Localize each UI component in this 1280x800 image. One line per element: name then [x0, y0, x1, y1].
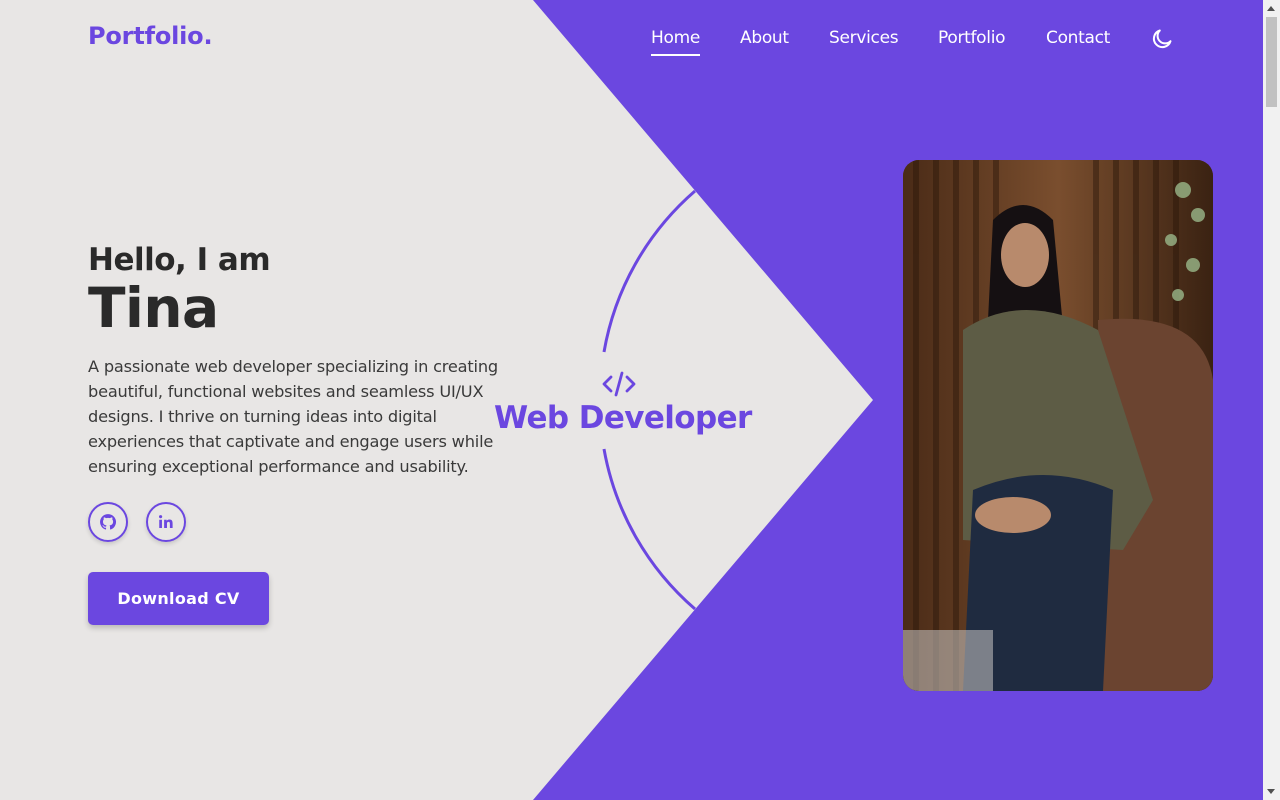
- download-cv-button[interactable]: Download CV: [88, 572, 269, 625]
- logo[interactable]: Portfolio.: [88, 22, 213, 50]
- scroll-up-arrow-icon[interactable]: [1267, 6, 1275, 11]
- nav-link-portfolio[interactable]: Portfolio: [938, 28, 1006, 48]
- hero-description: A passionate web developer specializing …: [88, 357, 498, 476]
- nav-link-home[interactable]: Home: [651, 28, 700, 56]
- navbar: Portfolio. Home About Services Portfolio…: [0, 0, 1263, 78]
- nav-link-contact[interactable]: Contact: [1046, 28, 1110, 48]
- moon-icon: [1152, 29, 1172, 49]
- linkedin-icon: [159, 515, 173, 528]
- scrollbar-thumb[interactable]: [1266, 17, 1277, 107]
- nav-link-about[interactable]: About: [740, 28, 789, 48]
- scrollbar[interactable]: [1263, 0, 1280, 800]
- hero-intro: Hello, I am Tina A passionate web develo…: [88, 240, 498, 479]
- nav-link-services[interactable]: Services: [829, 28, 899, 48]
- code-icon: [602, 371, 636, 397]
- scroll-down-arrow-icon[interactable]: [1267, 789, 1275, 794]
- role-label: Web Developer: [494, 400, 752, 436]
- hero-name: Tina: [88, 276, 219, 340]
- linkedin-link[interactable]: [146, 502, 186, 542]
- profile-photo: [903, 160, 1213, 691]
- greeting-text: Hello, I am: [88, 242, 271, 278]
- role-badge: Web Developer: [494, 370, 752, 438]
- theme-toggle-button[interactable]: [1150, 27, 1174, 51]
- github-icon: [100, 514, 117, 530]
- github-link[interactable]: [88, 502, 128, 542]
